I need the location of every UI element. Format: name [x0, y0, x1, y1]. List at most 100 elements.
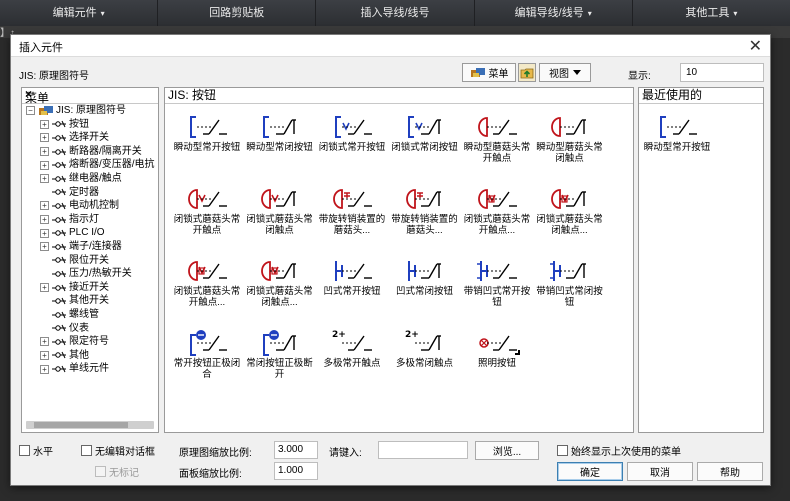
chevron-down-icon [573, 69, 581, 75]
tree-item[interactable]: + 继电器/触点 [22, 172, 158, 186]
symbol-cell[interactable]: 带旋转销装置的蘑菇头... [316, 178, 388, 250]
symbol-cell[interactable]: 闭锁式蘑菇头常开触点... [171, 250, 243, 322]
expand-icon[interactable]: + [40, 119, 49, 129]
symbol-cell[interactable]: 凹式常闭按钮 [389, 250, 461, 322]
panel-scale-label: 面板缩放比例: [179, 469, 242, 480]
tree-node-icon [52, 284, 66, 291]
symbol-cell[interactable]: 闭锁式蘑菇头常开触点 [171, 178, 243, 250]
no-edit-dialog-checkbox[interactable]: 无编辑对话框 [81, 443, 155, 458]
symbol-cell[interactable]: 闭锁式蘑菇头常闭触点... [244, 250, 316, 322]
pos-nc-symbol-icon [262, 330, 296, 356]
ok-button[interactable]: 确定 [557, 462, 623, 481]
symbol-cell[interactable]: 闭锁式蘑菇头常闭触点 [244, 178, 316, 250]
display-label: 显示: [628, 71, 651, 82]
symbol-cell[interactable]: 常闭按钮正极断开 [244, 322, 316, 394]
chevron-down-icon: ▾ [100, 9, 105, 18]
expand-icon[interactable]: + [40, 350, 49, 360]
symbol-cell[interactable]: 瞬动型蘑菇头常闭触点 [534, 106, 606, 178]
tree-item[interactable]: + 端子/连接器 [22, 240, 158, 254]
tree-item[interactable]: + 按钮 [22, 118, 158, 132]
symbol-cell[interactable]: 瞬动型蘑菇头常开触点 [461, 106, 533, 178]
menu-other-tools[interactable]: 其他工具 ▾ [633, 0, 790, 26]
tree-item[interactable]: + 其他 [22, 349, 158, 363]
symbol-cell[interactable]: 凹式常开按钮 [316, 250, 388, 322]
symbol-label: 瞬动型常开按钮 [643, 142, 711, 153]
recent-symbol-cell[interactable]: 瞬动型常开按钮 [641, 106, 713, 178]
always-show-last-menu-checkbox[interactable]: 始终显示上次使用的菜单 [557, 443, 681, 458]
cancel-button[interactable]: 取消 [627, 462, 693, 481]
mush-latch-nc2-symbol-icon [550, 189, 586, 209]
tree-item-label: 选择开关 [69, 132, 109, 144]
symbol-cell[interactable]: 2+ 多极常开触点 [316, 322, 388, 394]
expand-icon[interactable]: + [40, 337, 49, 347]
collapse-icon[interactable]: − [26, 106, 35, 116]
panel-scale-input[interactable]: 1.000 [274, 462, 318, 480]
expand-icon[interactable]: + [40, 160, 49, 170]
tree-item[interactable]: + 选择开关 [22, 131, 158, 145]
horizontal-scrollbar[interactable] [26, 421, 154, 429]
expand-icon[interactable]: + [40, 174, 49, 184]
horizontal-checkbox[interactable]: 水平 [19, 443, 53, 458]
menu-edit-component[interactable]: 编辑元件 ▾ [0, 0, 159, 26]
expand-icon[interactable]: + [40, 147, 49, 157]
tree-item[interactable]: + 限定符号 [22, 335, 158, 349]
expand-icon[interactable]: + [40, 215, 49, 225]
symbol-label: 闭锁式蘑菇头常闭触点... [246, 286, 313, 308]
expand-icon[interactable]: + [40, 201, 49, 211]
view-button[interactable]: 视图 [539, 63, 591, 82]
symbol-cell[interactable]: 瞬动型常开按钮 [171, 106, 243, 178]
type-in-input[interactable] [378, 441, 468, 459]
tree-item[interactable]: + 单线元件 [22, 362, 158, 376]
recess-nc-symbol-icon [407, 261, 441, 281]
browse-button[interactable]: 浏览... [475, 441, 539, 460]
symbol-cell[interactable]: 闭锁式蘑菇头常开触点... [461, 178, 533, 250]
tree-node-icon [52, 189, 66, 196]
tree-item[interactable]: 限位开关 [22, 254, 158, 268]
tree-item[interactable]: 其他开关 [22, 294, 158, 308]
tree-node-icon [52, 175, 66, 182]
symbol-cell[interactable]: 带销凹式常闭按钮 [534, 250, 606, 322]
tree-item[interactable]: + 熔断器/变压器/电抗 [22, 158, 158, 172]
no-tag-checkbox[interactable]: 无标记 [95, 464, 139, 479]
tree-root[interactable]: − JIS: 原理图符号 [22, 104, 158, 118]
symbol-label: 带旋转销装置的蘑菇头... [391, 214, 458, 236]
tree-item[interactable]: 定时器 [22, 186, 158, 200]
expand-icon[interactable]: + [40, 228, 49, 238]
symbol-cell[interactable]: 2+ 多极常闭触点 [389, 322, 461, 394]
menu-insert-wire[interactable]: 插入导线/线号 [316, 0, 475, 26]
help-button[interactable]: 帮助 [697, 462, 763, 481]
symbol-cell[interactable]: 带旋转销装置的蘑菇头... [389, 178, 461, 250]
up-level-button[interactable] [518, 63, 536, 82]
display-count-input[interactable]: 10 [680, 63, 764, 82]
tree-item[interactable]: + 电动机控制 [22, 199, 158, 213]
symbol-cell[interactable]: 闭锁式蘑菇头常闭触点... [534, 178, 606, 250]
symbol-cell[interactable]: 闭锁式常闭按钮 [389, 106, 461, 178]
close-icon[interactable]: × [25, 88, 154, 101]
tree-item[interactable]: 仪表 [22, 322, 158, 336]
symbol-cell[interactable]: 照明按钮 [461, 322, 533, 394]
tree-node-icon [52, 229, 66, 237]
expand-icon[interactable]: + [40, 364, 49, 374]
expand-icon[interactable]: + [40, 133, 49, 143]
close-icon[interactable]: ✕ [749, 36, 762, 56]
dialog-title: 插入元件 [19, 42, 63, 54]
expand-icon[interactable]: + [40, 242, 49, 252]
scrollbar-thumb[interactable] [34, 422, 128, 428]
menu-button[interactable]: 菜单 [462, 63, 516, 82]
menu-circuit-clipboard[interactable]: 回路剪贴板 [158, 0, 317, 26]
tree-item[interactable]: + 断路器/隔离开关 [22, 145, 158, 159]
symbol-cell[interactable]: 常开按钮正极闭合 [171, 322, 243, 394]
tree-item[interactable]: 螺线管 [22, 308, 158, 322]
symbol-cell[interactable]: 闭锁式常开按钮 [316, 106, 388, 178]
tree-item[interactable]: + 接近开关 [22, 281, 158, 295]
symbol-cell[interactable]: 瞬动型常闭按钮 [244, 106, 316, 178]
menu-edit-wire[interactable]: 编辑导线/线号 ▾ [475, 0, 633, 26]
symbol-label: 照明按钮 [477, 358, 516, 369]
pb-latch-no-symbol-icon [335, 116, 372, 138]
tree-item[interactable]: + 指示灯 [22, 213, 158, 227]
tree-item[interactable]: 压力/热敏开关 [22, 267, 158, 281]
schematic-scale-input[interactable]: 3.000 [274, 441, 318, 459]
symbol-cell[interactable]: 带销凹式常开按钮 [461, 250, 533, 322]
expand-icon[interactable]: + [40, 283, 49, 293]
tree-item[interactable]: + PLC I/O [22, 226, 158, 240]
